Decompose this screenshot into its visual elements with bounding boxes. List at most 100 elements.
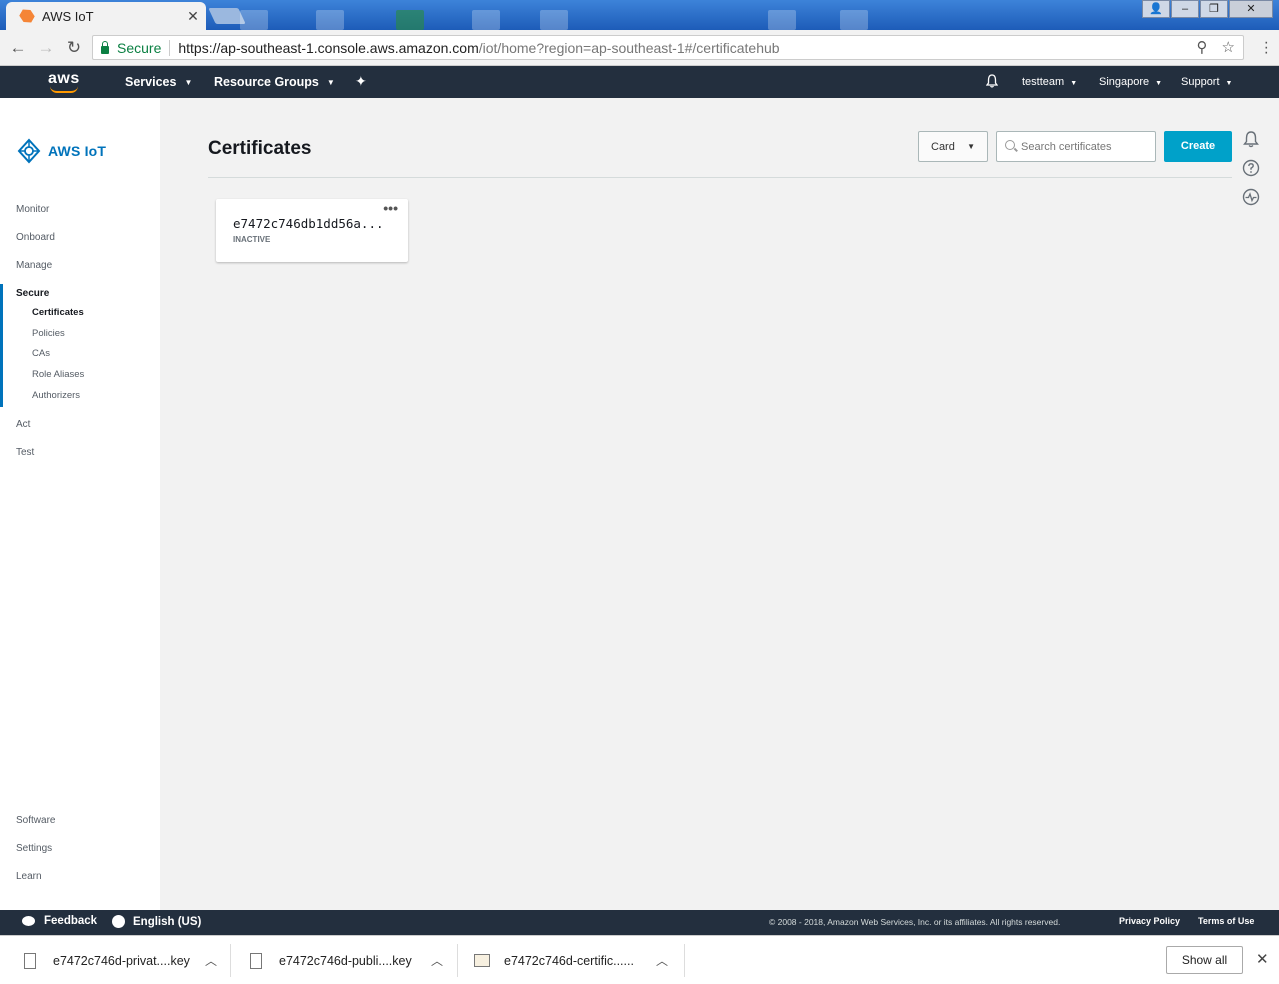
close-downloads-icon[interactable]: ✕ [1256,950,1269,968]
address-bar[interactable]: Secure https://ap-southeast-1.console.aw… [92,35,1244,60]
file-icon [250,952,262,969]
sidebar-item-learn[interactable]: Learn [16,871,42,882]
more-options-icon[interactable]: ••• [383,200,398,216]
url-host: https://ap-southeast-1.console.aws.amazo… [178,39,479,56]
services-menu[interactable]: Services ▼ [125,75,192,89]
title-divider [208,177,1232,178]
show-all-downloads-button[interactable]: Show all [1166,946,1243,974]
back-icon[interactable]: ← [4,38,32,58]
zoom-icon[interactable]: ⚲ [1197,38,1208,56]
support-menu[interactable]: Support ▼ [1181,76,1232,88]
certificate-card[interactable]: ••• e7472c746db1dd56a... INACTIVE [216,199,408,262]
resource-groups-menu[interactable]: Resource Groups ▼ [214,75,335,89]
sidebar-item-test[interactable]: Test [16,447,34,458]
certificate-id[interactable]: e7472c746db1dd56a... [233,216,384,231]
chevron-up-icon[interactable]: ︿ [205,952,217,969]
secure-label: Secure [117,39,162,56]
download-divider [457,944,458,977]
active-section-indicator [0,284,3,407]
console-footer: Feedback English (US) © 2008 - 2018, Ama… [0,910,1279,935]
download-divider [230,944,231,977]
resource-groups-label: Resource Groups [214,75,319,89]
download-filename: e7472c746d-publi....key [279,953,412,968]
lock-icon [101,40,109,54]
sidebar-item-software[interactable]: Software [16,815,55,826]
region-label: Singapore [1099,76,1150,88]
sidebar-item-monitor[interactable]: Monitor [16,204,49,215]
profile-icon[interactable]: 👤 [1142,0,1170,18]
globe-icon [112,915,125,928]
sidebar-item-manage[interactable]: Manage [16,260,52,271]
sidebar-subitem-cas[interactable]: CAs [32,348,50,359]
desktop-icon [768,10,796,30]
sidebar-subitem-certificates[interactable]: Certificates [32,307,84,318]
browser-menu-icon[interactable]: · · · [1264,35,1269,61]
file-icon [24,952,36,969]
tab-close-icon[interactable]: ✕ [180,8,206,25]
language-selector[interactable]: English (US) [112,915,201,928]
copyright-text: © 2008 - 2018, Amazon Web Services, Inc.… [769,917,1061,927]
chevron-down-icon: ▼ [184,78,193,87]
brand-title: AWS IoT [48,143,107,159]
notifications-bell-icon[interactable] [1242,130,1260,148]
services-label: Services [125,75,177,89]
feedback-label: Feedback [44,915,98,927]
browser-tab-strip: AWS IoT ✕ 👤 ‒ ❐ ✕ [0,0,1279,30]
reload-icon[interactable]: ↻ [60,38,88,58]
browser-tab[interactable]: AWS IoT ✕ [6,2,206,30]
sidebar-subitem-role-aliases[interactable]: Role Aliases [32,369,84,380]
region-menu[interactable]: Singapore ▼ [1099,76,1162,88]
downloads-bar: e7472c746d-privat....key ︿ e7472c746d-pu… [0,935,1279,984]
restore-icon[interactable]: ❐ [1200,0,1228,18]
download-filename: e7472c746d-certific...... [504,953,634,968]
page-title: Certificates [208,138,312,159]
feedback-link[interactable]: Feedback [22,915,97,927]
window-controls: 👤 ‒ ❐ ✕ [1141,0,1273,18]
forward-icon[interactable]: → [32,38,60,58]
sidebar-subitem-authorizers[interactable]: Authorizers [32,390,80,401]
sidebar-item-onboard[interactable]: Onboard [16,232,55,243]
chevron-down-icon: ▼ [1155,80,1163,87]
download-item[interactable]: e7472c746d-publi....key ︿ [250,936,443,984]
view-mode-select[interactable]: Card ▼ [918,131,988,162]
chevron-down-icon: ▼ [326,78,335,87]
omnibox-divider [169,39,171,56]
search-certificates-box [996,131,1156,162]
download-item[interactable]: e7472c746d-certific...... ︿ [474,936,668,984]
create-button[interactable]: Create [1164,131,1232,162]
aws-logo-smile [50,86,78,93]
account-label: testteam [1022,76,1065,88]
chevron-down-icon: ▼ [1225,80,1233,87]
window-close-icon[interactable]: ✕ [1229,0,1273,18]
chevron-up-icon[interactable]: ︿ [431,952,443,969]
search-input[interactable] [1021,132,1151,161]
privacy-policy-link[interactable]: Privacy Policy [1119,916,1180,926]
sidebar-item-secure[interactable]: Secure [16,288,49,299]
chevron-up-icon[interactable]: ︿ [656,952,668,969]
sidebar-item-settings[interactable]: Settings [16,843,52,854]
browser-toolbar: ← → ↻ Secure https://ap-southeast-1.cons… [0,30,1279,66]
help-icon[interactable] [1242,159,1260,177]
desktop-icon [396,10,424,30]
download-item[interactable]: e7472c746d-privat....key ︿ [24,936,217,984]
notifications-bell-icon[interactable] [986,74,998,88]
desktop-icon [316,10,344,30]
aws-iot-brand[interactable]: AWS IoT [16,138,106,164]
view-mode-value: Card [931,141,955,153]
certificate-file-icon [474,954,490,967]
minimize-icon[interactable]: ‒ [1171,0,1199,18]
bookmark-star-icon[interactable]: ☆ [1222,38,1235,56]
activity-icon[interactable] [1242,188,1260,206]
aws-iot-logo-icon [17,138,41,164]
sidebar-subitem-policies[interactable]: Policies [32,328,65,339]
tab-title: AWS IoT [42,8,94,24]
desktop-icon [472,10,500,30]
sidebar-item-act[interactable]: Act [16,419,30,430]
sidebar: AWS IoT Monitor Onboard Manage Secure Ce… [0,98,160,910]
pin-icon[interactable]: ✦ [355,73,367,90]
download-divider [684,944,685,977]
account-menu[interactable]: testteam ▼ [1022,76,1077,88]
main-content: Certificates Card ▼ Create ••• e7472c746… [160,98,1279,910]
desktop-icon [840,10,868,30]
terms-of-use-link[interactable]: Terms of Use [1198,916,1254,926]
